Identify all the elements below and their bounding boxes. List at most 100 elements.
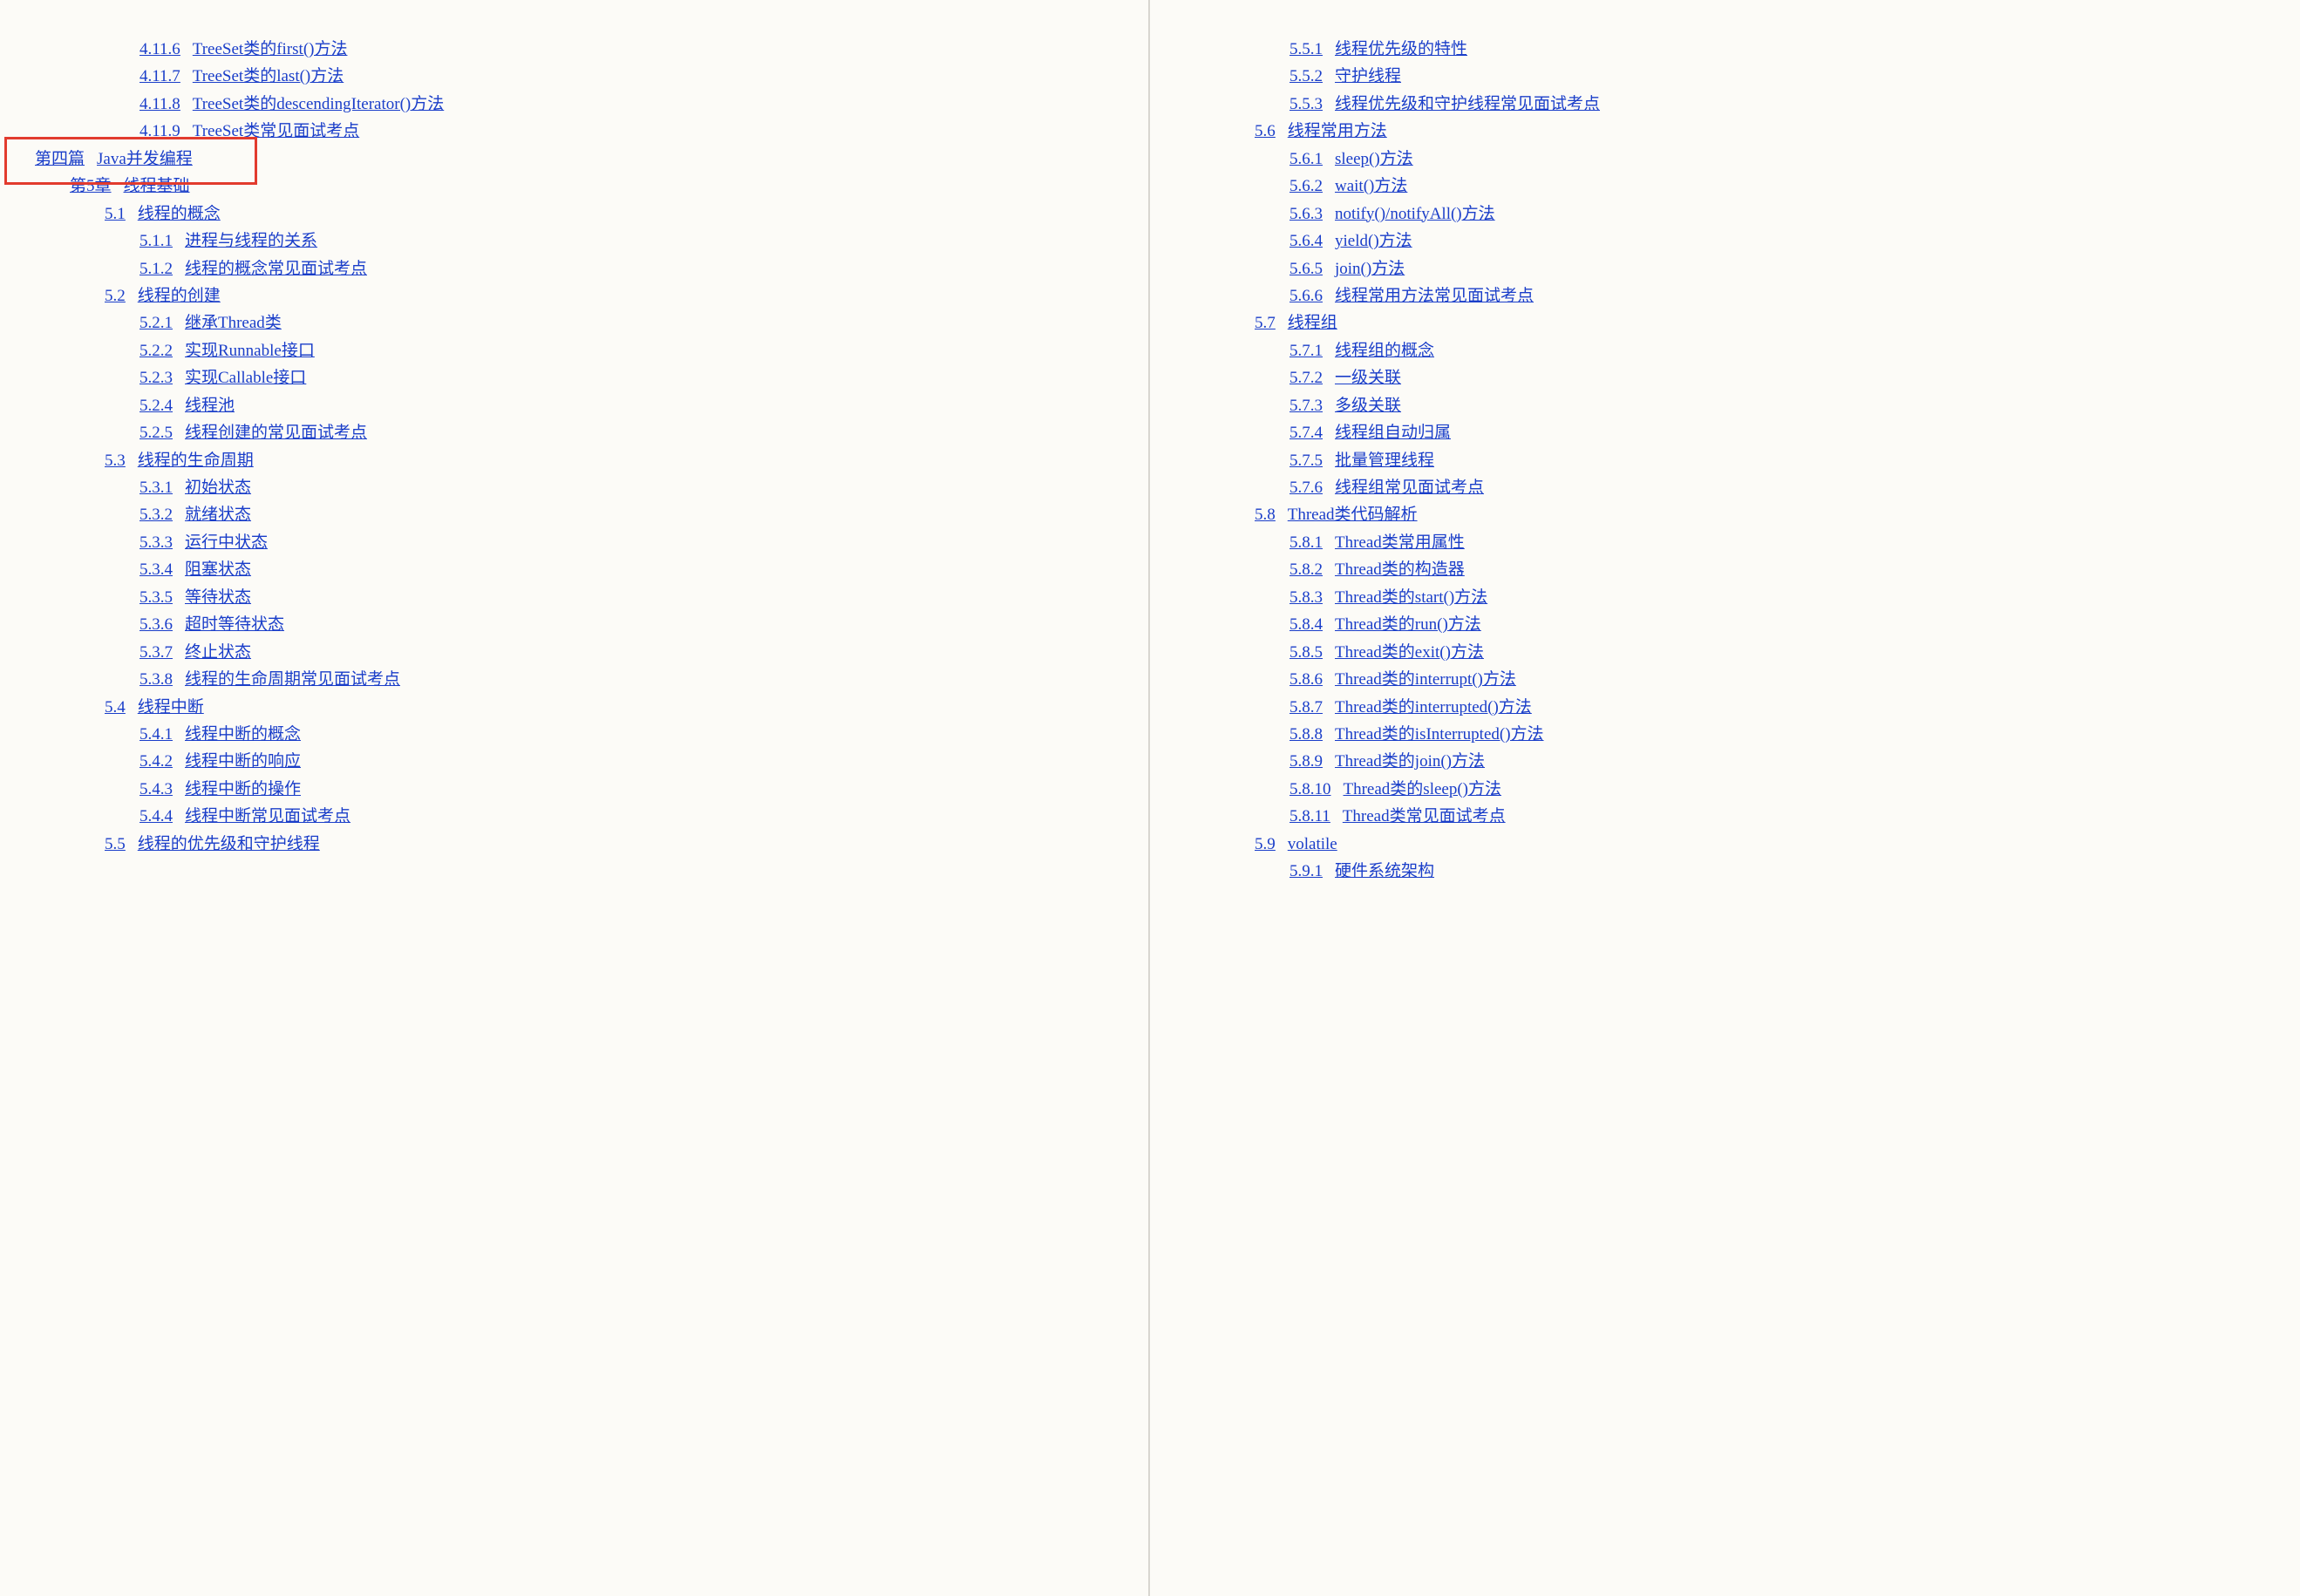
toc-link[interactable]: 5.8Thread类代码解析: [1255, 506, 1418, 524]
toc-link[interactable]: 4.11.9TreeSet类常见面试考点: [139, 122, 359, 140]
toc-link[interactable]: 5.2线程的创建: [105, 287, 221, 305]
toc-link[interactable]: 5.7.2一级关联: [1289, 369, 1401, 387]
toc-entry: 5.8.1Thread类常用属性: [1176, 530, 2274, 555]
toc-link[interactable]: 5.7.4线程组自动归属: [1289, 424, 1451, 442]
toc-entry: 5.2线程的创建: [26, 283, 1122, 309]
toc-link[interactable]: 5.5.2守护线程: [1289, 67, 1401, 85]
toc-link[interactable]: 5.8.6Thread类的interrupt()方法: [1289, 670, 1516, 689]
toc-link[interactable]: 5.5.3线程优先级和守护线程常见面试考点: [1289, 95, 1600, 113]
toc-link[interactable]: 5.2.1继承Thread类: [139, 314, 282, 332]
toc-title: Thread类常见面试考点: [1343, 807, 1506, 825]
toc-link[interactable]: 5.8.1Thread类常用属性: [1289, 533, 1465, 552]
toc-link[interactable]: 5.8.2Thread类的构造器: [1289, 560, 1465, 579]
toc-link[interactable]: 5.2.5线程创建的常见面试考点: [139, 424, 367, 442]
toc-entry: 5.5.2守护线程: [1176, 64, 2274, 89]
toc-number: 5.8.8: [1289, 725, 1323, 744]
toc-link[interactable]: 5.8.9Thread类的join()方法: [1289, 752, 1485, 771]
toc-link[interactable]: 5.7.5 批量管理线程: [1289, 452, 1434, 470]
toc-number: 5.4.4: [139, 807, 173, 825]
toc-entry: 4.11.8TreeSet类的descendingIterator()方法: [26, 92, 1122, 117]
toc-entry: 5.7.2一级关联: [1176, 365, 2274, 391]
toc-number: 5.3.2: [139, 506, 173, 524]
toc-link[interactable]: 5.6.6线程常用方法常见面试考点: [1289, 287, 1534, 305]
toc-link[interactable]: 5.5.1线程优先级的特性: [1289, 40, 1467, 58]
toc-link[interactable]: 5.8.5Thread类的exit()方法: [1289, 643, 1484, 662]
toc-link[interactable]: 5.7线程组: [1255, 314, 1337, 332]
toc-link[interactable]: 4.11.7TreeSet类的last()方法: [139, 67, 344, 85]
toc-link[interactable]: 5.3.2就绪状态: [139, 506, 251, 524]
toc-title: 线程池: [185, 397, 235, 415]
toc-link[interactable]: 5.6.1sleep()方法: [1289, 150, 1413, 168]
toc-link[interactable]: 5.3.7终止状态: [139, 643, 251, 662]
toc-link[interactable]: 4.11.6TreeSet类的first()方法: [139, 40, 347, 58]
toc-link[interactable]: 5.1.1进程与线程的关系: [139, 232, 317, 250]
toc-link[interactable]: 5.3线程的生命周期: [105, 452, 254, 470]
toc-number: 5.7: [1255, 314, 1276, 332]
toc-link[interactable]: 5.8.11Thread类常见面试考点: [1289, 807, 1506, 825]
toc-entry: 5.6.6线程常用方法常见面试考点: [1176, 283, 2274, 309]
toc-link[interactable]: 5.4.2线程中断的响应: [139, 752, 301, 771]
toc-title: 硬件系统架构: [1335, 862, 1434, 880]
toc-title: 批量管理线程: [1335, 452, 1434, 470]
toc-link[interactable]: 5.4.1线程中断的概念: [139, 725, 301, 744]
toc-link[interactable]: 5.9volatile: [1255, 835, 1337, 853]
toc-entry: 5.7.5 批量管理线程: [1176, 448, 2274, 473]
toc-link[interactable]: 第5章线程基础: [70, 177, 190, 195]
toc-title: 线程基础: [124, 177, 190, 195]
toc-entry: 5.3.7终止状态: [26, 640, 1122, 665]
toc-entry: 5.8.11Thread类常见面试考点: [1176, 804, 2274, 829]
toc-link[interactable]: 5.2.3实现Callable接口: [139, 369, 306, 387]
toc-link[interactable]: 5.8.3Thread类的start()方法: [1289, 588, 1487, 607]
toc-link[interactable]: 5.3.3运行中状态: [139, 533, 268, 552]
toc-link[interactable]: 5.6.4yield()方法: [1289, 232, 1412, 250]
toc-link[interactable]: 5.3.6超时等待状态: [139, 615, 284, 634]
toc-link[interactable]: 5.3.5等待状态: [139, 588, 251, 607]
toc-link[interactable]: 5.6.5join()方法: [1289, 260, 1405, 278]
toc-link[interactable]: 5.4线程中断: [105, 698, 204, 717]
toc-link[interactable]: 5.7.1线程组的概念: [1289, 342, 1434, 360]
toc-entry: 5.8Thread类代码解析: [1176, 502, 2274, 527]
toc-entry: 5.2.4线程池: [26, 393, 1122, 418]
toc-link[interactable]: 5.6.3notify()/notifyAll()方法: [1289, 205, 1495, 223]
toc-link[interactable]: 5.8.4Thread类的run()方法: [1289, 615, 1481, 634]
toc-link[interactable]: 5.3.8线程的生命周期常见面试考点: [139, 670, 400, 689]
toc-entry: 5.7.6线程组常见面试考点: [1176, 475, 2274, 500]
toc-entry: 5.7.4线程组自动归属: [1176, 420, 2274, 445]
toc-title: Thread类的interrupted()方法: [1335, 698, 1532, 717]
toc-number: 5.1.2: [139, 260, 173, 278]
toc-link[interactable]: 5.4.4线程中断常见面试考点: [139, 807, 350, 825]
toc-entry: 5.2.5线程创建的常见面试考点: [26, 420, 1122, 445]
toc-link[interactable]: 5.7.6线程组常见面试考点: [1289, 479, 1484, 497]
toc-link[interactable]: 4.11.8TreeSet类的descendingIterator()方法: [139, 95, 444, 113]
toc-link[interactable]: 5.8.7Thread类的interrupted()方法: [1289, 698, 1532, 717]
toc-number: 5.1: [105, 205, 126, 223]
toc-number: 5.2: [105, 287, 126, 305]
toc-link[interactable]: 5.3.1初始状态: [139, 479, 251, 497]
toc-link[interactable]: 5.1.2线程的概念常见面试考点: [139, 260, 367, 278]
toc-entry: 5.8.7Thread类的interrupted()方法: [1176, 695, 2274, 720]
toc-link[interactable]: 5.2.4线程池: [139, 397, 235, 415]
toc-link[interactable]: 5.3.4阻塞状态: [139, 560, 251, 579]
toc-title: TreeSet类的first()方法: [193, 40, 348, 58]
toc-entry: 5.9.1硬件系统架构: [1176, 859, 2274, 884]
toc-link[interactable]: 5.9.1硬件系统架构: [1289, 862, 1434, 880]
toc-link[interactable]: 5.2.2实现Runnable接口: [139, 342, 315, 360]
toc-link[interactable]: 5.6线程常用方法: [1255, 122, 1387, 140]
toc-link[interactable]: 5.1线程的概念: [105, 205, 221, 223]
toc-link[interactable]: 第四篇Java并发编程: [35, 150, 193, 168]
toc-link[interactable]: 5.8.8Thread类的isInterrupted()方法: [1289, 725, 1544, 744]
toc-entry: 5.6.5join()方法: [1176, 256, 2274, 282]
toc-title: Thread类的sleep()方法: [1344, 780, 1502, 798]
toc-title: 线程优先级的特性: [1335, 40, 1467, 58]
toc-link[interactable]: 5.7.3多级关联: [1289, 397, 1401, 415]
toc-entry: 5.7.1线程组的概念: [1176, 338, 2274, 363]
toc-number: 5.6: [1255, 122, 1276, 140]
toc-entry: 5.5线程的优先级和守护线程: [26, 832, 1122, 857]
toc-title: 继承Thread类: [185, 314, 282, 332]
toc-link[interactable]: 5.6.2wait()方法: [1289, 177, 1407, 195]
toc-entry: 5.3.6超时等待状态: [26, 612, 1122, 637]
toc-number: 5.7.5: [1289, 452, 1323, 470]
toc-link[interactable]: 5.5线程的优先级和守护线程: [105, 835, 320, 853]
toc-link[interactable]: 5.4.3线程中断的操作: [139, 780, 301, 798]
toc-link[interactable]: 5.8.10Thread类的sleep()方法: [1289, 780, 1501, 798]
